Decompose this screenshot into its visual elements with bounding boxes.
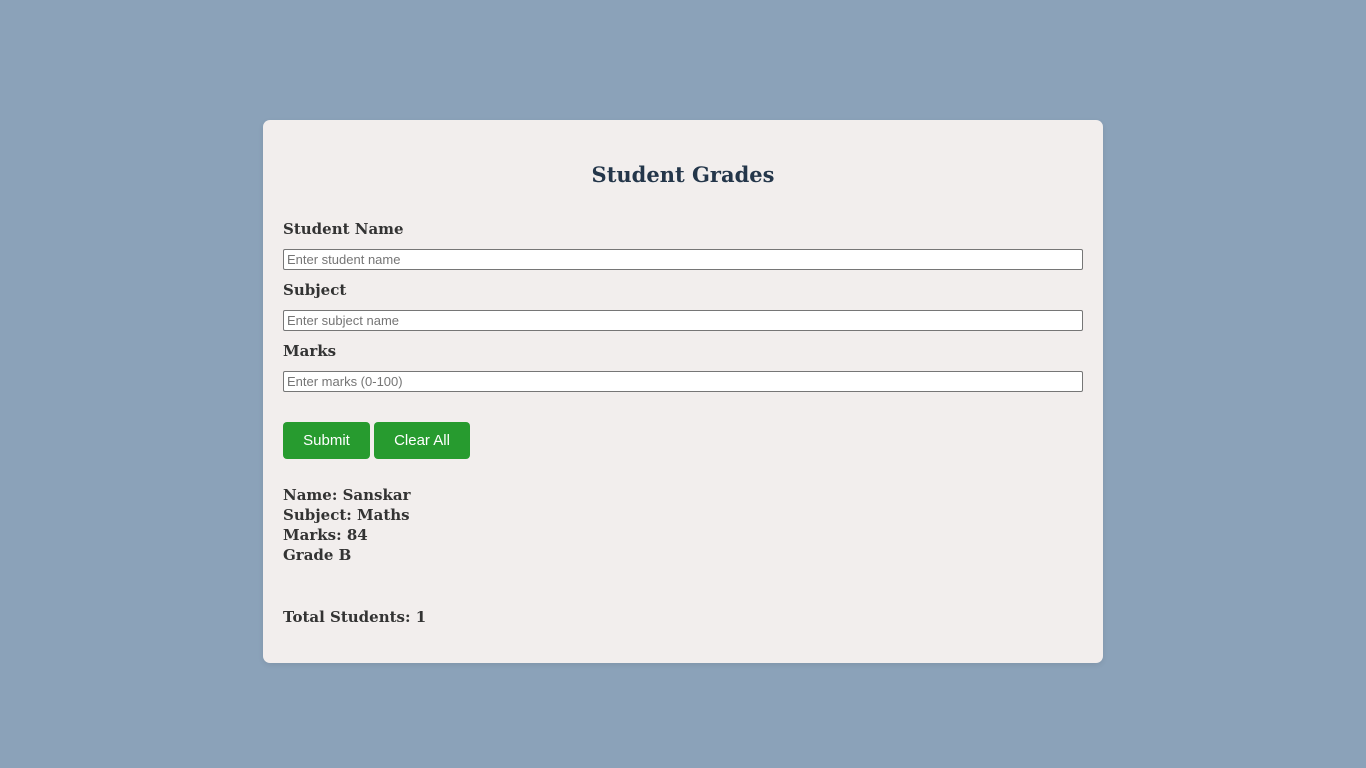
submit-button[interactable]: Submit [283, 422, 370, 459]
student-name-input[interactable] [283, 249, 1083, 270]
result-subject: Subject: Maths [283, 506, 410, 524]
result-name: Name: Sanskar [283, 486, 411, 504]
student-result: Name: Sanskar Subject: Maths Marks: 84 G… [283, 485, 411, 565]
total-students: Total Students: 1 [283, 608, 427, 626]
subject-label: Subject [283, 281, 347, 299]
subject-input[interactable] [283, 310, 1083, 331]
result-grade: Grade B [283, 546, 352, 564]
grades-card: Student Grades Student Name Subject Mark… [263, 120, 1103, 663]
marks-input[interactable] [283, 371, 1083, 392]
student-name-label: Student Name [283, 220, 404, 238]
result-marks: Marks: 84 [283, 526, 368, 544]
clear-all-button[interactable]: Clear All [374, 422, 470, 459]
marks-label: Marks [283, 342, 337, 360]
page-title: Student Grades [591, 162, 775, 187]
